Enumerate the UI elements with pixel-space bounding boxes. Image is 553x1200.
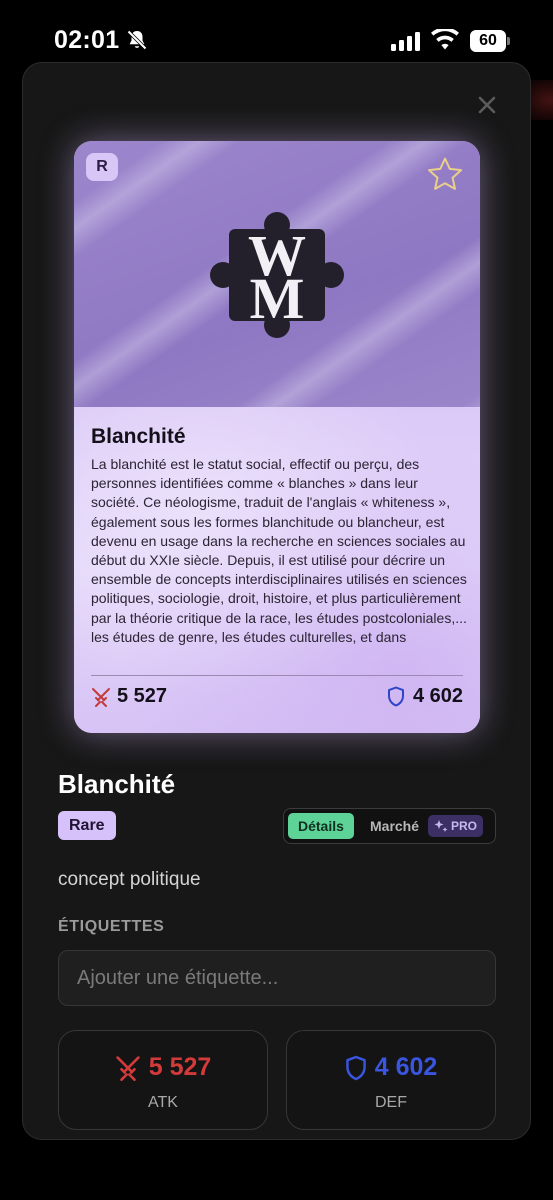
collectible-card[interactable]: R W M Blanchité La blanchité est le stat… [74,141,480,733]
card-title: Blanchité [91,425,186,448]
bell-slash-icon [125,28,149,57]
svg-text:M: M [250,266,305,331]
tags-heading: ÉTIQUETTES [58,918,165,935]
shield-icon [387,686,404,707]
puzzle-logo-icon: W M [207,205,347,350]
attack-stat: 5 527 [59,1053,267,1082]
crossed-swords-icon [116,1055,140,1081]
sparkles-icon [434,820,448,832]
card-divider [91,675,463,676]
defense-stat: 4 602 [287,1053,495,1082]
card-info: Blanchité La blanchité est le statut soc… [74,407,480,733]
pro-badge[interactable]: PRO [428,815,484,837]
card-defense: 4 602 [387,685,463,708]
tab-market[interactable]: Marché [370,813,419,839]
card-description: La blanchité est le statut social, effec… [91,456,467,645]
cellular-signal-icon [391,32,421,56]
card-rarity-badge: R [86,153,118,181]
card-attack: 5 527 [91,685,167,708]
card-artwork: R W M [74,141,480,407]
battery-icon: 60 [470,30,510,52]
tab-details[interactable]: Détails [288,813,354,839]
card-detail-modal: R W M Blanchité La blanchité est le stat… [22,62,531,1140]
def-label: DEF [375,1094,407,1111]
pro-label: PRO [451,819,478,833]
atk-label: ATK [148,1094,178,1111]
attack-stat-box: 5 527 ATK [58,1030,268,1130]
view-tabs: Détails Marché PRO [283,808,496,844]
page-title: Blanchité [58,769,176,799]
rarity-badge: Rare [58,811,116,840]
close-button[interactable] [473,91,501,119]
shield-icon [345,1055,366,1080]
add-tag-input[interactable] [58,950,496,1006]
wifi-icon [431,27,459,56]
close-icon [478,96,496,114]
crossed-swords-icon [92,687,110,707]
battery-level: 60 [470,30,506,52]
card-def-value: 4 602 [412,685,463,707]
favorite-star-icon[interactable] [426,156,464,197]
clock: 02:01 [54,26,120,54]
defense-stat-box: 4 602 DEF [286,1030,496,1130]
card-category: concept politique [58,869,201,890]
card-atk-value: 5 527 [117,685,168,707]
def-value: 4 602 [374,1053,438,1081]
atk-value: 5 527 [148,1053,212,1081]
